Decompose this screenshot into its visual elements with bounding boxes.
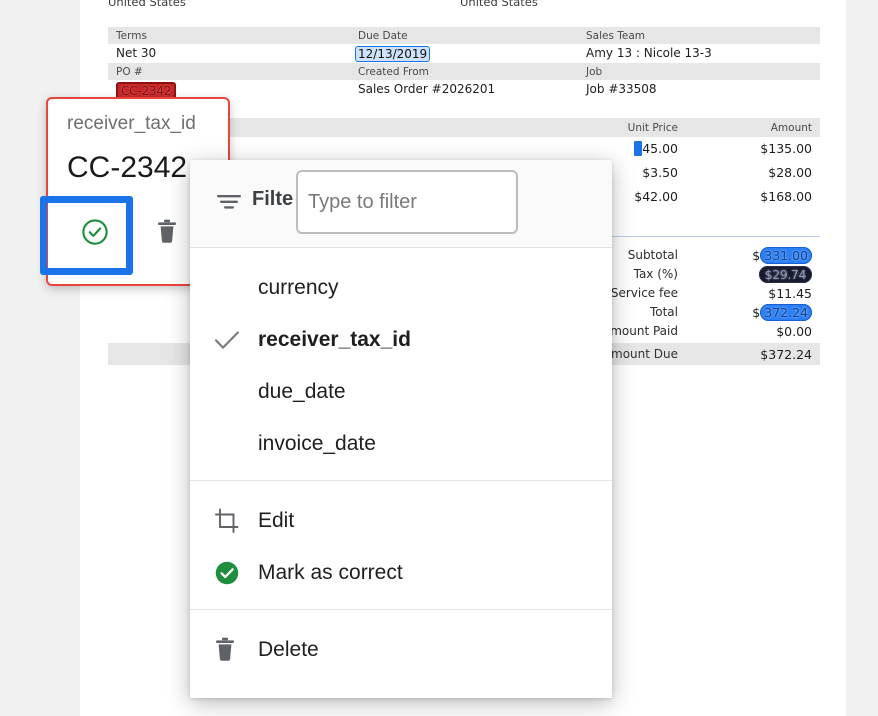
meta-header-sales-team: Sales Team <box>586 30 646 42</box>
menu-item-edit[interactable]: Edit <box>190 495 612 547</box>
trash-icon <box>214 637 240 663</box>
totals-value-amount-due: $372.24 <box>760 347 812 362</box>
menu-item-label: receiver_tax_id <box>258 328 411 351</box>
filter-label: Filter <box>252 188 294 210</box>
menu-item-label: invoice_date <box>258 432 376 455</box>
totals-label-amount-due: Amount Due <box>602 347 678 361</box>
menu-item-label: currency <box>258 276 339 299</box>
meta-value-row-1: Net 30 12/13/2019 Amy 13 : Nicole 13-3 <box>108 44 820 63</box>
delete-field-button[interactable] <box>144 211 190 257</box>
line-item-unit-price: $3.50 <box>642 165 678 180</box>
menu-item-receiver-tax-id[interactable]: receiver_tax_id <box>190 314 612 366</box>
meta-header-terms: Terms <box>116 30 147 42</box>
totals-value-amount-paid: $0.00 <box>776 324 812 339</box>
trash-icon <box>156 219 178 250</box>
totals-label-amount-paid: Amount Paid <box>602 324 678 338</box>
line-item-unit-price: $45.00 <box>634 141 678 156</box>
totals-value-subtotal[interactable]: $331.00 <box>752 247 812 264</box>
unit-price-caret-highlight: $ <box>634 141 643 156</box>
menu-item-due-date[interactable]: due_date <box>190 366 612 418</box>
line-item-amount: $135.00 <box>760 141 812 156</box>
totals-label-total: Total <box>649 305 678 319</box>
menu-item-label: Delete <box>258 638 319 661</box>
field-context-menu: Filter currency receiver_tax_id due_date… <box>190 160 612 698</box>
invoice-meta-table: Terms Due Date Sales Team Net 30 12/13/2… <box>108 27 820 100</box>
line-item-unit-price: $42.00 <box>634 189 678 204</box>
meta-header-created-from: Created From <box>358 66 429 78</box>
meta-value-terms: Net 30 <box>116 46 157 60</box>
check-circle-filled-icon <box>214 560 240 586</box>
meta-header-job: Job <box>586 66 603 78</box>
crop-icon <box>214 508 240 534</box>
totals-value-tax[interactable]: $29.74 <box>758 266 812 283</box>
line-item-amount: $28.00 <box>768 165 812 180</box>
filter-input[interactable] <box>296 170 518 234</box>
totals-label-tax: Tax (%) <box>633 267 678 281</box>
menu-item-invoice-date[interactable]: invoice_date <box>190 418 612 470</box>
menu-section-actions: Edit Mark as correct <box>190 481 612 610</box>
menu-item-currency[interactable]: currency <box>190 262 612 314</box>
column-header-amount: Amount <box>770 122 812 134</box>
address-country-sender: United States <box>108 0 186 9</box>
meta-value-created-from: Sales Order #2026201 <box>358 82 496 96</box>
menu-filter-row: Filter <box>190 160 612 248</box>
totals-value-service-fee: $11.45 <box>768 286 812 301</box>
check-circle-icon <box>80 217 110 252</box>
menu-section-destructive: Delete <box>190 610 612 698</box>
totals-label-service-fee: Service fee <box>610 286 678 300</box>
totals-value-total[interactable]: $372.24 <box>752 304 812 321</box>
menu-item-label: Edit <box>258 509 295 532</box>
menu-item-label: Mark as correct <box>258 561 403 584</box>
line-item-amount: $168.00 <box>760 189 812 204</box>
meta-header-row-2: PO # Created From Job <box>108 63 820 80</box>
accept-field-button[interactable] <box>72 211 118 257</box>
field-card-label: receiver_tax_id <box>67 113 196 134</box>
meta-value-sales-team: Amy 13 : Nicole 13-3 <box>586 46 712 60</box>
totals-label-subtotal: Subtotal <box>627 248 678 262</box>
column-header-unit-price: Unit Price <box>627 122 678 134</box>
address-country-recipient: United States <box>460 0 538 9</box>
field-card-value: CC-2342 <box>67 151 188 184</box>
meta-value-job: Job #33508 <box>586 82 657 96</box>
filter-icon <box>216 192 242 212</box>
meta-header-due-date: Due Date <box>358 30 408 42</box>
address-row: United States United States <box>108 0 820 9</box>
menu-item-delete[interactable]: Delete <box>190 624 612 676</box>
meta-header-po-number: PO # <box>116 66 143 78</box>
meta-value-due-date[interactable]: 12/13/2019 <box>355 46 431 62</box>
menu-section-fields: currency receiver_tax_id due_date invoic… <box>190 248 612 481</box>
checkmark-icon <box>214 328 240 352</box>
meta-header-row-1: Terms Due Date Sales Team <box>108 27 820 44</box>
menu-item-mark-as-correct[interactable]: Mark as correct <box>190 547 612 599</box>
menu-item-label: due_date <box>258 380 346 403</box>
